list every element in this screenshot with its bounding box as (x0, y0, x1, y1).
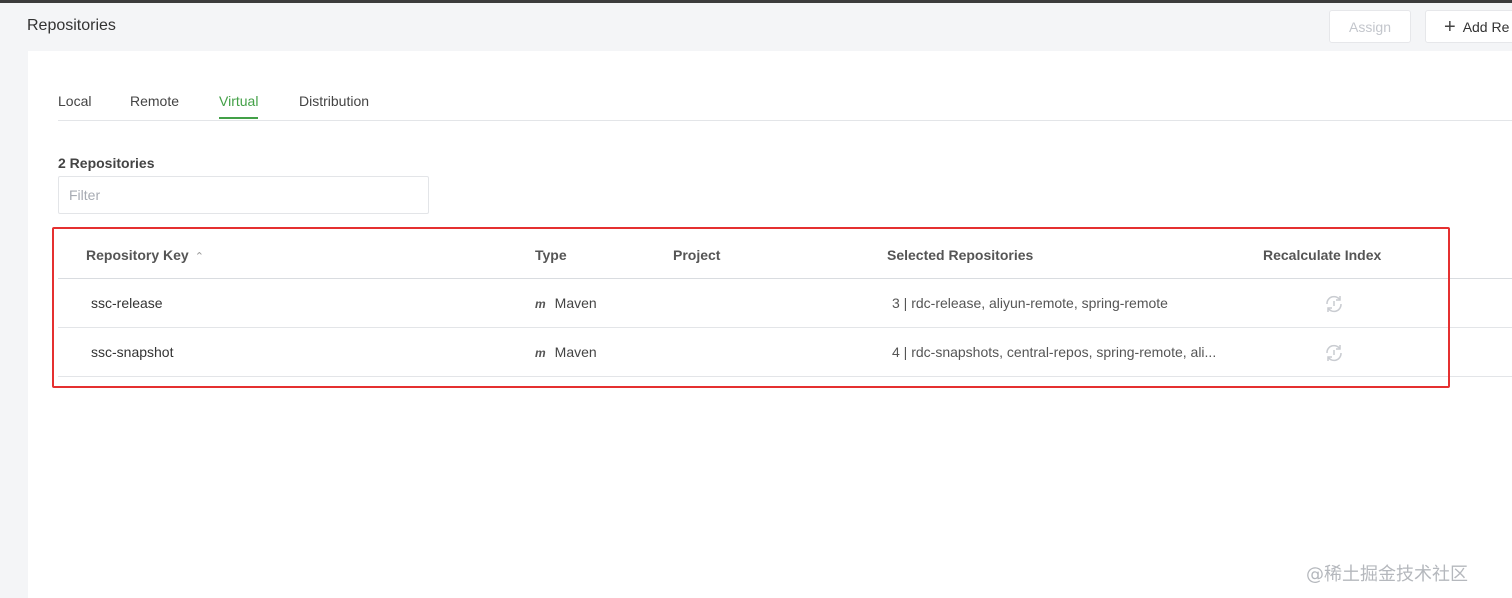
repository-count: 2 Repositories (58, 155, 155, 171)
maven-icon: m (535, 346, 546, 360)
maven-icon: m (535, 297, 546, 311)
tab-distribution[interactable]: Distribution (299, 93, 369, 117)
table-header: Repository Key ⌃ Type Project Selected Re… (58, 232, 1512, 279)
recalculate-index-icon[interactable] (1323, 342, 1345, 364)
repositories-table: Repository Key ⌃ Type Project Selected Re… (58, 232, 1512, 377)
repository-key[interactable]: ssc-release (91, 295, 163, 311)
repository-type: m Maven (535, 344, 597, 360)
table-row[interactable]: ssc-release m Maven 3 | rdc-release, aliy… (58, 279, 1512, 328)
repository-type-label: Maven (554, 344, 597, 360)
add-repository-label: Add Re (1462, 18, 1510, 35)
sort-ascending-icon[interactable]: ⌃ (195, 250, 204, 263)
repository-type-label: Maven (554, 295, 597, 311)
column-project[interactable]: Project (673, 247, 720, 263)
add-repository-button[interactable]: + Add Re (1425, 10, 1512, 43)
column-selected-repositories[interactable]: Selected Repositories (887, 247, 1033, 263)
selected-repositories: 3 | rdc-release, aliyun-remote, spring-r… (892, 295, 1168, 311)
assign-button[interactable]: Assign (1329, 10, 1411, 43)
filter-input[interactable] (58, 176, 429, 214)
column-repository-key-label: Repository Key (86, 247, 189, 263)
page-title: Repositories (27, 17, 116, 34)
tab-virtual[interactable]: Virtual (219, 93, 259, 119)
tab-local[interactable]: Local (58, 93, 91, 117)
plus-icon: + (1444, 15, 1456, 38)
recalculate-index-icon[interactable] (1323, 293, 1345, 315)
table-row[interactable]: ssc-snapshot m Maven 4 | rdc-snapshots, c… (58, 328, 1512, 377)
watermark: @稀土掘金技术社区 (1306, 564, 1468, 585)
column-repository-key[interactable]: Repository Key ⌃ (86, 247, 204, 263)
top-border (0, 0, 1512, 3)
repository-type-tabs: Local Remote Virtual Distribution (58, 86, 1512, 121)
column-type[interactable]: Type (535, 247, 567, 263)
repository-type: m Maven (535, 295, 597, 311)
selected-repositories: 4 | rdc-snapshots, central-repos, spring… (892, 344, 1217, 360)
repository-key[interactable]: ssc-snapshot (91, 344, 173, 360)
column-recalculate-index: Recalculate Index (1263, 247, 1382, 263)
tab-remote[interactable]: Remote (130, 93, 179, 117)
